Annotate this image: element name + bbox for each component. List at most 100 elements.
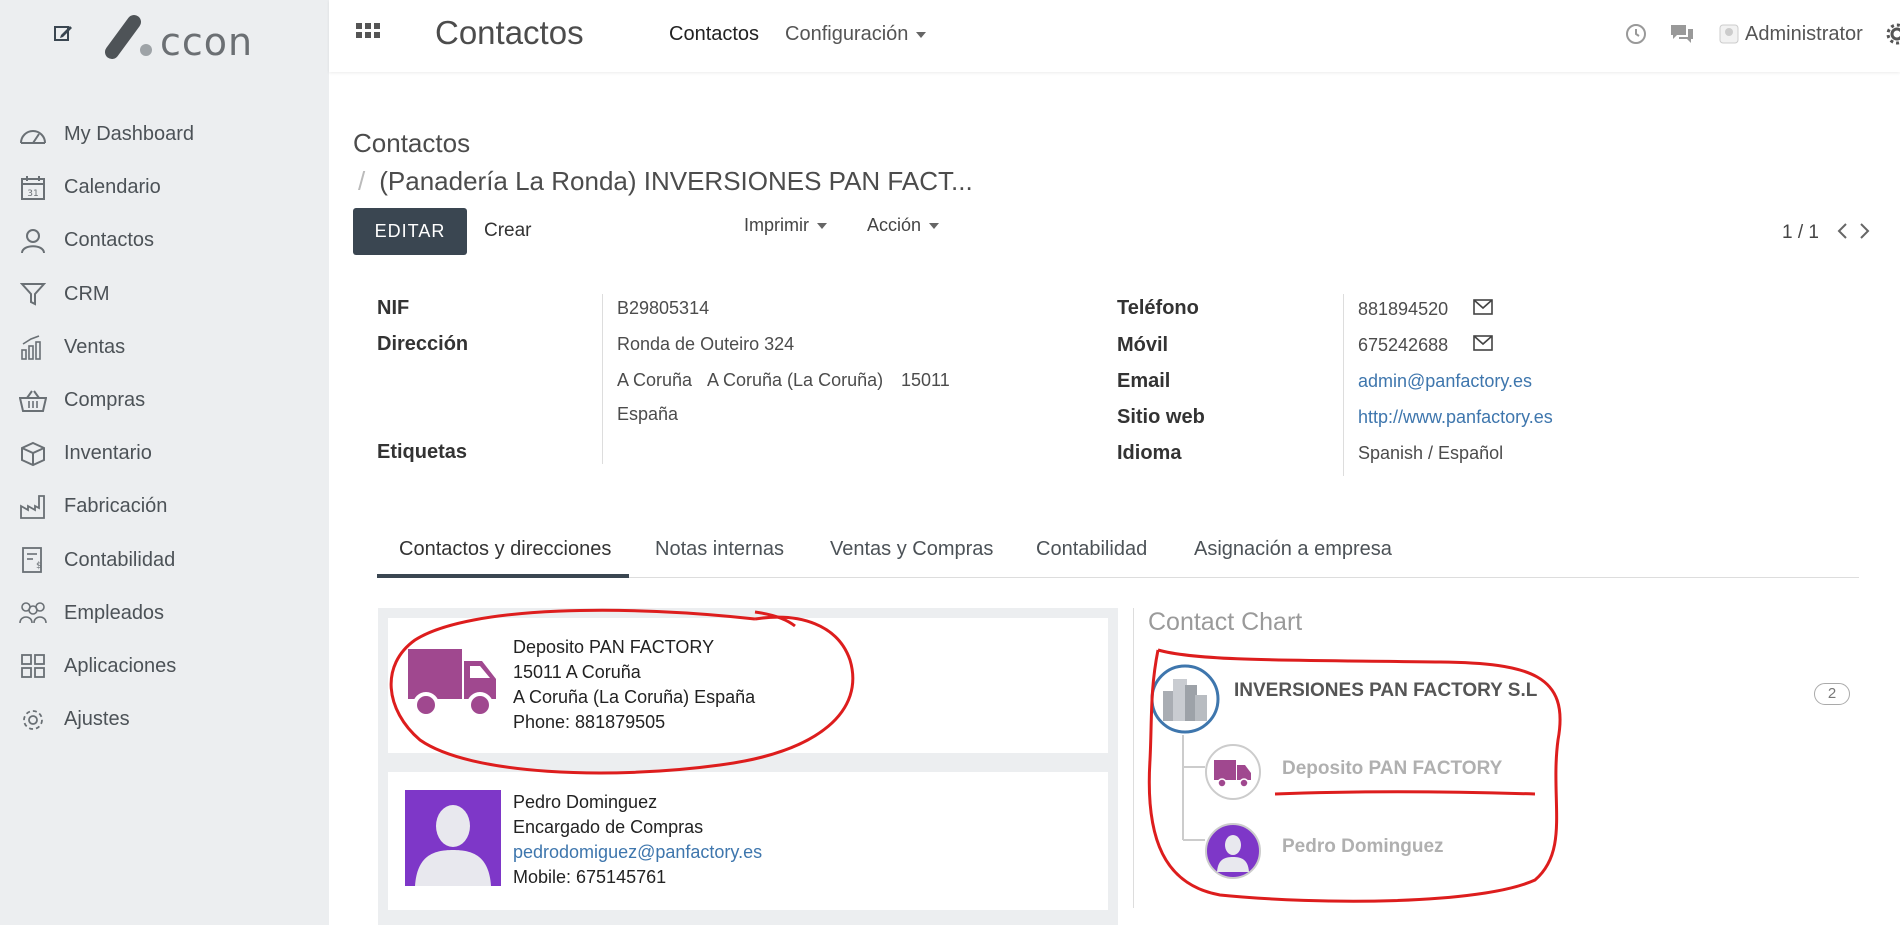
- email-label: Email: [1117, 370, 1171, 392]
- city-value: A Coruña: [617, 370, 693, 390]
- edit-button[interactable]: EDITAR: [353, 208, 467, 255]
- sidebar-item-ajustes[interactable]: Ajustes: [0, 693, 329, 746]
- employees-icon: [18, 598, 48, 628]
- tab-contactos-direcciones[interactable]: Contactos y direcciones: [399, 538, 611, 561]
- field-divider: [602, 294, 603, 464]
- logo: ccon: [100, 12, 260, 64]
- logo-row: ccon: [0, 0, 329, 80]
- sidebar: ccon My Dashboard 31 Calendario Contacto…: [0, 0, 329, 925]
- breadcrumb-current-label: (Panadería La Ronda) INVERSIONES PAN FAC…: [379, 166, 973, 196]
- tab-contabilidad[interactable]: Contabilidad: [1036, 538, 1147, 561]
- edit-icon[interactable]: [52, 22, 74, 44]
- contact-line: 15011 A Coruña: [513, 662, 641, 682]
- tab-ventas-compras[interactable]: Ventas y Compras: [830, 538, 993, 561]
- contact-card[interactable]: Deposito PAN FACTORY 15011 A Coruña A Co…: [388, 618, 1108, 753]
- contact-email-link[interactable]: pedrodomiguez@panfactory.es: [513, 840, 762, 865]
- contact-card-text: Pedro Dominguez Encargado de Compras ped…: [513, 790, 762, 890]
- sidebar-item-compras[interactable]: Compras: [0, 374, 329, 427]
- envelope-icon[interactable]: [1473, 335, 1493, 351]
- factory-icon: [18, 492, 48, 522]
- contact-line: Encargado de Compras: [513, 817, 704, 837]
- company-building-icon[interactable]: [1149, 663, 1221, 735]
- chart-company-name[interactable]: INVERSIONES PAN FACTORY S.L: [1234, 680, 1537, 702]
- tab-asignacion-empresa[interactable]: Asignación a empresa: [1194, 538, 1392, 561]
- chart-child-name[interactable]: Pedro Dominguez: [1282, 836, 1444, 858]
- sidebar-item-label: My Dashboard: [64, 123, 195, 146]
- sidebar-item-empleados[interactable]: Empleados: [0, 587, 329, 640]
- sidebar-item-crm[interactable]: CRM: [0, 268, 329, 321]
- contact-name: Pedro Dominguez: [513, 792, 658, 812]
- accounting-icon: $: [18, 545, 48, 575]
- app-title: Contactos: [435, 14, 584, 51]
- chevron-left-icon[interactable]: [1835, 222, 1849, 240]
- sidebar-item-fabricacion[interactable]: Fabricación: [0, 480, 329, 533]
- sales-chart-icon: [18, 332, 48, 362]
- sidebar-item-inventario[interactable]: Inventario: [0, 427, 329, 480]
- sidebar-item-contactos[interactable]: Contactos: [0, 214, 329, 267]
- pager-value: 1 / 1: [1782, 222, 1819, 243]
- address-label: Dirección: [377, 333, 469, 355]
- sidebar-item-label: CRM: [64, 282, 110, 305]
- sidebar-item-label: Aplicaciones: [64, 654, 177, 677]
- nav-menu-configuracion[interactable]: Configuración: [785, 23, 927, 46]
- action-label: Acción: [867, 215, 922, 235]
- sidebar-item-label: Ajustes: [64, 708, 130, 731]
- contact-card[interactable]: Pedro Dominguez Encargado de Compras ped…: [388, 772, 1108, 910]
- chart-divider: [1133, 608, 1134, 908]
- contact-line: A Coruña (La Coruña) España: [513, 687, 756, 707]
- apps-grid-icon: [18, 651, 48, 681]
- sidebar-item-contabilidad[interactable]: $ Contabilidad: [0, 534, 329, 587]
- breadcrumb-parent[interactable]: Contactos: [353, 128, 470, 159]
- country-value: España: [617, 404, 679, 424]
- calendar-icon: 31: [18, 173, 48, 203]
- delivery-truck-icon: [408, 649, 496, 718]
- person-avatar: [405, 790, 501, 886]
- action-dropdown[interactable]: Acción: [867, 215, 940, 236]
- field-divider: [1343, 294, 1344, 476]
- contact-card-text: Deposito PAN FACTORY 15011 A Coruña A Co…: [513, 635, 755, 735]
- envelope-icon[interactable]: [1473, 299, 1493, 315]
- breadcrumb-current: / (Panadería La Ronda) INVERSIONES PAN FA…: [358, 166, 973, 197]
- delivery-truck-icon[interactable]: [1204, 743, 1262, 801]
- sidebar-item-ventas[interactable]: Ventas: [0, 321, 329, 374]
- contact-line: Mobile: 675145761: [513, 867, 667, 887]
- sidebar-item-calendario[interactable]: 31 Calendario: [0, 161, 329, 214]
- caret-down-icon: [929, 222, 940, 229]
- top-navbar: Contactos Contactos Configuración Admini…: [329, 0, 1900, 72]
- language-value: Spanish / Español: [1358, 443, 1504, 463]
- logo-mark-icon: [105, 15, 152, 59]
- nav-menu-contactos[interactable]: Contactos: [669, 23, 759, 46]
- contact-name: Deposito PAN FACTORY: [513, 637, 715, 657]
- sidebar-item-label: Contactos: [64, 229, 155, 252]
- sidebar-item-label: Compras: [64, 389, 146, 412]
- chart-child-name[interactable]: Deposito PAN FACTORY: [1282, 758, 1502, 780]
- user-avatar-icon[interactable]: [1719, 24, 1739, 44]
- sidebar-item-dashboard[interactable]: My Dashboard: [0, 108, 329, 161]
- sidebar-item-aplicaciones[interactable]: Aplicaciones: [0, 640, 329, 693]
- print-dropdown[interactable]: Imprimir: [744, 215, 827, 236]
- email-link[interactable]: admin@panfactory.es: [1358, 371, 1532, 392]
- sidebar-item-label: Ventas: [64, 335, 126, 358]
- nif-label: NIF: [377, 297, 410, 319]
- sidebar-item-label: Fabricación: [64, 495, 168, 518]
- breadcrumb-separator: /: [358, 166, 366, 196]
- clock-icon[interactable]: [1624, 22, 1648, 46]
- sidebar-item-label: Calendario: [64, 176, 161, 199]
- tab-notas-internas[interactable]: Notas internas: [655, 538, 784, 561]
- gear-icon[interactable]: [1885, 22, 1900, 46]
- person-avatar[interactable]: [1204, 822, 1262, 880]
- chevron-right-icon[interactable]: [1858, 222, 1872, 240]
- phone-label: Teléfono: [1117, 297, 1199, 319]
- chart-count-badge: 2: [1814, 683, 1850, 705]
- user-icon: [18, 226, 48, 256]
- sidebar-item-label: Empleados: [64, 601, 165, 624]
- apps-menu-icon[interactable]: [355, 22, 381, 48]
- create-button[interactable]: Crear: [484, 220, 532, 242]
- sidebar-menu: My Dashboard 31 Calendario Contactos CRM…: [0, 108, 329, 746]
- website-label: Sitio web: [1117, 406, 1205, 428]
- notebook-tabs: Contactos y direcciones Notas internas V…: [377, 528, 1859, 578]
- sidebar-item-label: Inventario: [64, 442, 152, 465]
- user-menu[interactable]: Administrator: [1745, 23, 1863, 46]
- website-link[interactable]: http://www.panfactory.es: [1358, 407, 1553, 428]
- chat-icon[interactable]: [1669, 22, 1695, 46]
